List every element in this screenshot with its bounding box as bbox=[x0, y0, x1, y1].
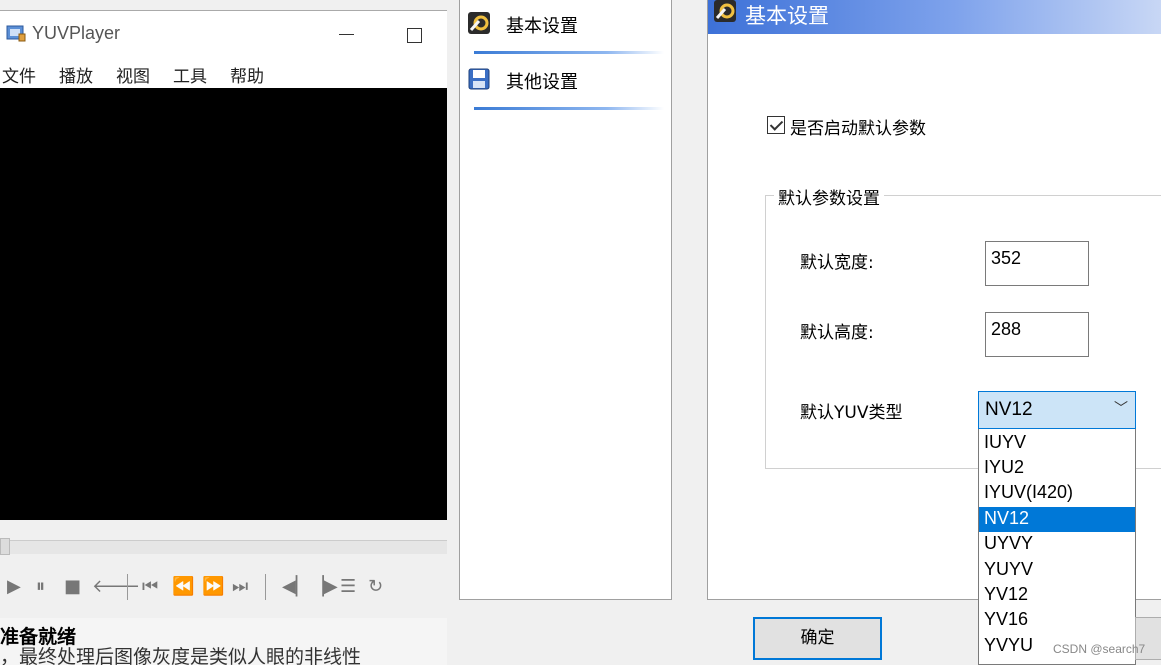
frame-list-icon[interactable]: ☰ bbox=[340, 576, 356, 598]
menu-tools[interactable]: 工具 bbox=[173, 62, 207, 87]
rewind-icon[interactable]: ⏪ bbox=[172, 576, 194, 598]
nav-underline bbox=[474, 107, 664, 110]
nav-label: 基本设置 bbox=[506, 16, 578, 37]
yuv-option[interactable]: UYVY bbox=[979, 532, 1135, 557]
yuv-option[interactable]: YV12 bbox=[979, 583, 1135, 608]
yuv-type-dropdown-list: IUYV IYU2 IYUV(I420) NV12 UYVY YUYV YV12… bbox=[978, 429, 1136, 665]
playback-controls: ▶ ⏸ ■ 🡐 ⏮ ⏪ ⏩ ⏭ ◀▏ ▕▶ ☰ ↻ bbox=[0, 570, 447, 606]
status-text: 准备就绪 bbox=[0, 626, 77, 648]
ok-button[interactable]: 确定 bbox=[753, 617, 882, 660]
gear-tools-icon bbox=[714, 0, 736, 22]
yuv-option[interactable]: IYUV(I420) bbox=[979, 481, 1135, 506]
yuv-option[interactable]: IUYV bbox=[979, 431, 1135, 456]
enable-default-checkbox[interactable] bbox=[767, 116, 785, 134]
yuv-option-selected[interactable]: NV12 bbox=[979, 507, 1135, 532]
fast-forward-icon[interactable]: ⏩ bbox=[202, 576, 224, 598]
seek-thumb[interactable] bbox=[0, 538, 10, 555]
settings-nav: 基本设置 其他设置 bbox=[459, 0, 672, 600]
pause-icon[interactable]: ⏸ bbox=[36, 576, 45, 598]
video-display[interactable] bbox=[0, 88, 447, 520]
enable-default-label[interactable]: 是否启动默认参数 bbox=[790, 114, 926, 139]
menu-view[interactable]: 视图 bbox=[116, 62, 150, 87]
menu-file[interactable]: 文件 bbox=[2, 62, 36, 87]
skip-to-start-icon[interactable]: ⏮ bbox=[142, 576, 158, 598]
nav-label: 其他设置 bbox=[506, 72, 578, 93]
toolbar-separator bbox=[265, 574, 266, 600]
seek-bar[interactable] bbox=[0, 540, 447, 554]
nav-item-other-settings[interactable]: 其他设置 bbox=[466, 59, 666, 111]
step-back-icon[interactable]: ◀▏ bbox=[282, 576, 310, 598]
yuv-type-label: 默认YUV类型 bbox=[800, 403, 903, 423]
group-title: 默认参数设置 bbox=[774, 184, 884, 209]
skip-to-end-icon[interactable]: ⏭ bbox=[232, 576, 248, 598]
yuv-type-value: NV12 bbox=[985, 399, 1033, 420]
yuvplayer-window: YUVPlayer 文件 播放 视图 工具 帮助 ▶ ⏸ ■ 🡐 ⏮ ⏪ ⏩ ⏭… bbox=[0, 0, 447, 665]
yuv-option[interactable]: YV16 bbox=[979, 608, 1135, 633]
loop-icon[interactable]: ↻ bbox=[368, 576, 383, 598]
stop-icon[interactable]: ■ bbox=[64, 576, 81, 598]
maximize-button[interactable] bbox=[407, 28, 422, 43]
toolbar-separator bbox=[127, 574, 128, 600]
chevron-down-icon[interactable]: ﹀ bbox=[1114, 398, 1128, 418]
section-title: 基本设置 bbox=[745, 4, 829, 28]
menu-play[interactable]: 播放 bbox=[59, 62, 93, 87]
menu-bar: 文件 播放 视图 工具 帮助 bbox=[0, 54, 447, 88]
floppy-disk-icon bbox=[468, 68, 490, 90]
menu-help[interactable]: 帮助 bbox=[230, 62, 264, 87]
nav-underline bbox=[474, 51, 664, 54]
window-title: YUVPlayer bbox=[32, 23, 121, 43]
app-icon bbox=[6, 24, 26, 42]
height-label: 默认高度: bbox=[800, 323, 874, 343]
width-label: 默认宽度: bbox=[800, 253, 874, 273]
height-input[interactable]: 288 bbox=[985, 312, 1089, 357]
back-arrow-icon[interactable]: 🡐 bbox=[92, 576, 140, 598]
yuv-option[interactable]: YUYV bbox=[979, 558, 1135, 583]
player-titlebar[interactable]: YUVPlayer bbox=[0, 10, 447, 54]
step-forward-icon[interactable]: ▕▶ bbox=[310, 576, 338, 598]
width-input[interactable]: 352 bbox=[985, 241, 1089, 286]
minimize-button[interactable] bbox=[336, 23, 356, 43]
nav-item-basic-settings[interactable]: 基本设置 bbox=[466, 3, 666, 55]
watermark: CSDN @search7 bbox=[1053, 642, 1146, 656]
yuv-option[interactable]: IYU2 bbox=[979, 456, 1135, 481]
play-icon[interactable]: ▶ bbox=[7, 576, 21, 598]
gear-tools-icon bbox=[468, 12, 490, 34]
status-bar: ，最终处理后图像灰度是类似人眼的非线性 准备就绪 bbox=[0, 618, 447, 665]
